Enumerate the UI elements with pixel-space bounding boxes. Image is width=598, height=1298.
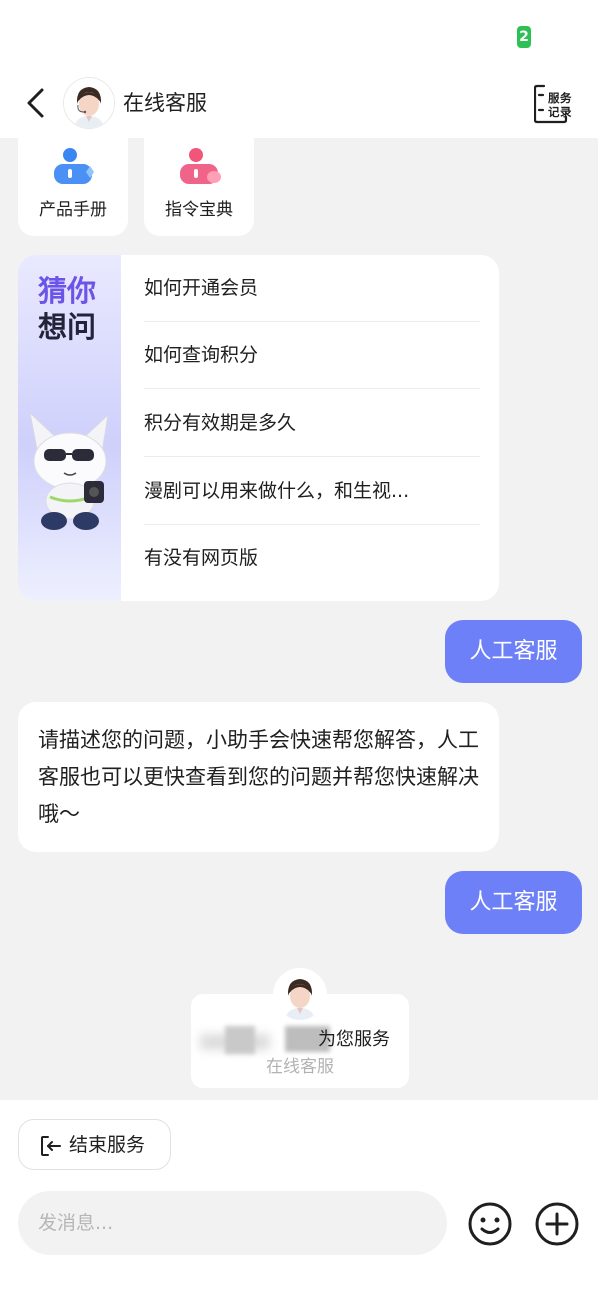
user-message: 人工客服: [445, 620, 582, 683]
emoji-icon[interactable]: [467, 1201, 513, 1247]
agent-avatar: [275, 970, 325, 1020]
exit-icon: [41, 1136, 61, 1156]
battery-indicator: 2: [517, 26, 531, 48]
end-service-button[interactable]: 结束服务: [18, 1119, 171, 1170]
guess-side-panel: 猜你 想问: [18, 255, 121, 601]
end-service-label: 结束服务: [69, 1134, 146, 1156]
service-record-button[interactable]: 服务 记录: [534, 84, 578, 124]
message-input[interactable]: [18, 1191, 447, 1255]
bot-message: 请描述您的问题，小助手会快速帮您解答，人工客服也可以更快查看到您的问题并帮您快速…: [18, 702, 499, 852]
guess-questions-card: 猜你 想问 如何开通会员 如何查询积分 积分有效期是多久 漫剧可以用来做什么，和…: [18, 255, 499, 601]
question-item[interactable]: 漫剧可以用来做什么，和生视...: [144, 458, 480, 525]
tool-label: 指令宝典: [165, 200, 233, 220]
user-message: 人工客服: [445, 871, 582, 934]
agent-avatar-icon: [64, 78, 114, 128]
question-item[interactable]: 积分有效期是多久: [144, 390, 480, 457]
tool-label: 产品手册: [39, 200, 107, 220]
tool-product-manual[interactable]: 产品手册: [18, 138, 128, 236]
tool-command-book[interactable]: 指令宝典: [144, 138, 254, 236]
agent-join-text: 为您服务: [318, 1029, 390, 1050]
mascot-icon: [29, 411, 109, 530]
service-record-label: 服务 记录: [548, 91, 572, 119]
question-item[interactable]: 有没有网页版: [144, 525, 480, 592]
question-item[interactable]: 如何开通会员: [144, 255, 480, 322]
agent-avatar-icon: [275, 970, 325, 1020]
back-icon[interactable]: [22, 86, 52, 120]
avatar: [64, 78, 114, 128]
guess-title: 猜你 想问: [38, 274, 97, 344]
agent-join-subtitle: 在线客服: [266, 1057, 334, 1077]
question-item[interactable]: 如何查询积分: [144, 322, 480, 389]
page-title: 在线客服: [123, 91, 207, 115]
add-icon[interactable]: [534, 1201, 580, 1247]
redacted-name: [225, 1026, 255, 1054]
command-book-icon: [180, 148, 221, 184]
product-manual-icon: [54, 148, 94, 184]
